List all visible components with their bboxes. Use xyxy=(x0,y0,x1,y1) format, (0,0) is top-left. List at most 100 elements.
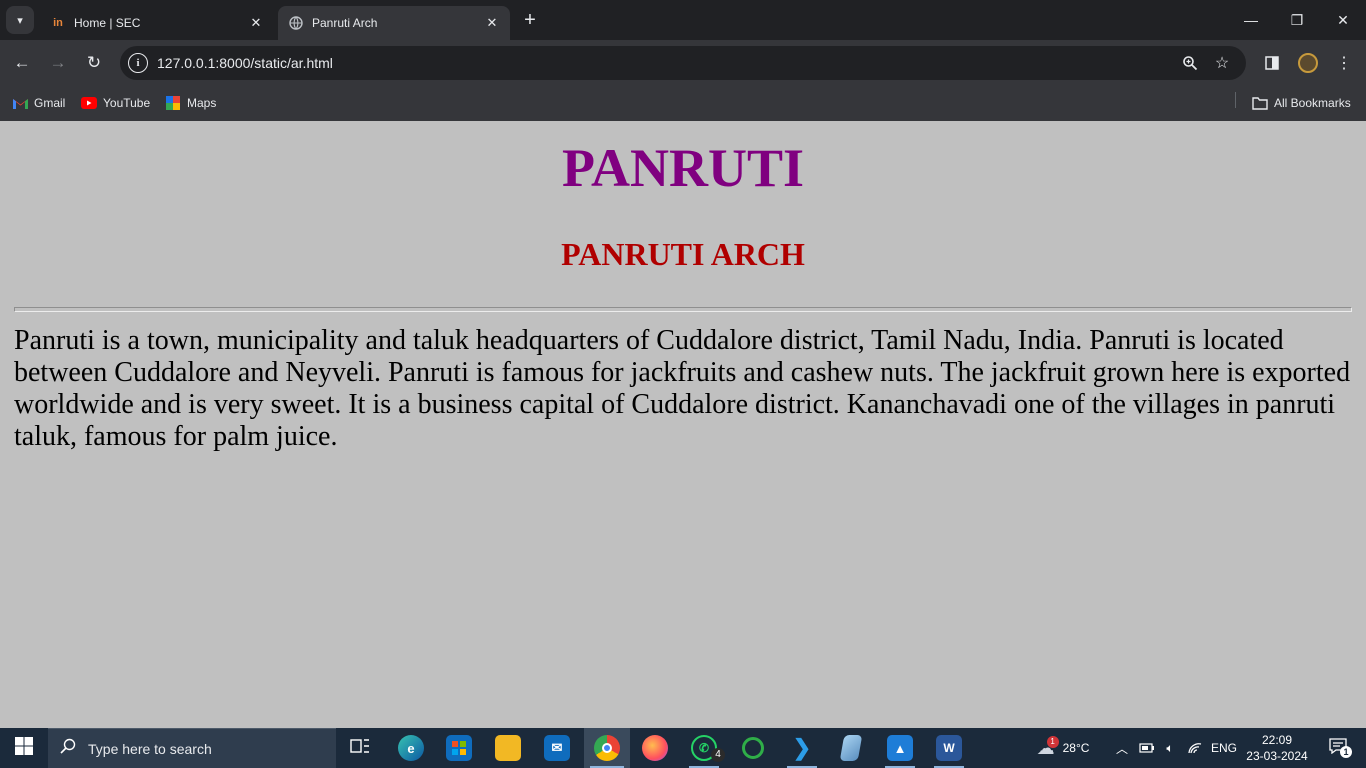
taskbar-vscode[interactable]: ❯ xyxy=(781,728,823,768)
youtube-icon xyxy=(81,96,97,110)
cloud-icon: ☁ 1 xyxy=(1037,735,1059,759)
restore-button[interactable]: ❐ xyxy=(1274,0,1320,40)
mail-icon: ✉ xyxy=(544,735,570,761)
taskbar-file-explorer[interactable] xyxy=(487,728,529,768)
close-icon[interactable]: ✕ xyxy=(484,15,500,31)
taskbar-mail[interactable]: ✉ xyxy=(536,728,578,768)
address-bar[interactable]: i 127.0.0.1:8000/static/ar.html ☆ xyxy=(120,46,1246,80)
chrome-icon xyxy=(594,735,620,761)
clock-date: 23-03-2024 xyxy=(1246,749,1308,763)
bookmark-label: Gmail xyxy=(34,96,66,110)
paint-icon: ▲ xyxy=(887,735,913,761)
page-content: PANRUTI PANRUTI ARCH Panruti is a town, … xyxy=(0,121,1366,728)
close-icon: ✕ xyxy=(1337,11,1349,28)
page-subheading: PANRUTI ARCH xyxy=(561,236,805,272)
plus-icon: + xyxy=(524,8,536,31)
taskbar-word[interactable]: W xyxy=(928,728,970,768)
forward-button[interactable]: → xyxy=(44,49,72,77)
back-button[interactable]: ← xyxy=(8,49,36,77)
taskbar-app-notes[interactable] xyxy=(830,728,872,768)
bookmark-gmail[interactable]: Gmail xyxy=(12,92,65,114)
browser-toolbar: ← → ↻ i 127.0.0.1:8000/static/ar.html ☆ … xyxy=(0,40,1366,86)
notification-center-button[interactable]: 1 xyxy=(1318,728,1358,768)
battery-icon[interactable] xyxy=(1136,728,1158,768)
chevron-down-icon: ▾ xyxy=(17,14,23,27)
task-view-icon xyxy=(350,738,370,759)
all-bookmarks-label: All Bookmarks xyxy=(1274,96,1351,110)
taskbar-chrome[interactable] xyxy=(584,728,630,768)
site-info-icon[interactable]: i xyxy=(128,53,148,73)
taskbar-whatsapp[interactable]: ✆ 4 xyxy=(683,728,725,768)
start-button[interactable] xyxy=(0,728,48,768)
tab-title: Panruti Arch xyxy=(312,16,378,30)
globe-icon xyxy=(288,15,304,31)
page-heading: PANRUTI xyxy=(562,138,804,198)
language-label: ENG xyxy=(1210,741,1237,755)
taskbar-search[interactable]: Type here to search xyxy=(48,728,336,768)
weather-alert-badge: 1 xyxy=(1046,735,1059,748)
tab-search-button[interactable]: ▾ xyxy=(6,6,34,34)
taskbar-app-green[interactable] xyxy=(732,728,774,768)
bookmark-label: YouTube xyxy=(103,96,151,110)
in-logo-icon: in xyxy=(53,17,63,29)
star-icon[interactable]: ☆ xyxy=(1212,53,1232,73)
weather-widget[interactable]: ☁ 1 28°C xyxy=(1028,728,1098,768)
edge-icon: e xyxy=(398,735,424,761)
word-icon: W xyxy=(936,735,962,761)
minimize-icon: — xyxy=(1244,12,1258,28)
tab-panruti-arch[interactable]: Panruti Arch ✕ xyxy=(278,6,510,40)
page-paragraph: Panruti is a town, municipality and talu… xyxy=(14,325,1351,452)
firefox-icon xyxy=(642,735,668,761)
refresh-ring-icon xyxy=(742,737,764,759)
windows-taskbar: Type here to search e ✉ ✆ 4 ❯ ▲ W ☁ 1 28… xyxy=(0,728,1366,768)
taskbar-edge[interactable]: e xyxy=(390,728,432,768)
profile-avatar[interactable] xyxy=(1296,51,1320,75)
tab-home-sec[interactable]: in Home | SEC ✕ xyxy=(40,6,274,40)
taskbar-firefox[interactable] xyxy=(634,728,676,768)
search-placeholder: Type here to search xyxy=(88,740,212,757)
tab-title: Home | SEC xyxy=(74,16,141,30)
store-icon xyxy=(446,735,472,761)
language-indicator[interactable]: ENG xyxy=(1208,728,1240,768)
arrow-left-icon: ← xyxy=(13,53,31,72)
network-icon[interactable] xyxy=(1184,728,1206,768)
clock-time: 22:09 xyxy=(1261,733,1293,747)
weather-temp: 28°C xyxy=(1062,741,1090,755)
bookmark-youtube[interactable]: YouTube xyxy=(81,92,150,114)
taskbar-store[interactable] xyxy=(438,728,480,768)
chevron-up-icon: ︿ xyxy=(1115,741,1128,756)
minimize-button[interactable]: — xyxy=(1228,0,1274,40)
search-icon xyxy=(48,738,88,759)
bookmark-divider xyxy=(1235,92,1236,108)
all-bookmarks-button[interactable]: All Bookmarks xyxy=(1252,92,1351,114)
clock[interactable]: 22:09 23-03-2024 xyxy=(1244,732,1310,764)
notification-badge: 1 xyxy=(1340,745,1352,758)
menu-icon[interactable]: ⋮ xyxy=(1332,51,1356,75)
whatsapp-badge: 4 xyxy=(711,748,725,762)
bookmarks-bar: Gmail YouTube Maps All Bookmarks xyxy=(0,86,1366,121)
notes-icon xyxy=(839,735,863,761)
reload-button[interactable]: ↻ xyxy=(80,49,108,77)
restore-icon: ❐ xyxy=(1290,11,1304,28)
tab-strip: ▾ in Home | SEC ✕ Panruti Arch ✕ + — ❐ ✕ xyxy=(0,0,1366,40)
notification-icon: 1 xyxy=(1329,737,1352,759)
url-text[interactable]: 127.0.0.1:8000/static/ar.html xyxy=(157,55,333,71)
task-view-button[interactable] xyxy=(340,728,380,768)
maps-icon xyxy=(165,96,181,110)
speaker-icon: 🔈︎ xyxy=(1166,740,1174,755)
folder-icon xyxy=(495,735,521,761)
close-window-button[interactable]: ✕ xyxy=(1320,0,1366,40)
side-panel-icon[interactable] xyxy=(1260,51,1284,75)
close-icon[interactable]: ✕ xyxy=(248,15,264,31)
volume-muted-icon[interactable]: 🔈︎ xyxy=(1160,728,1180,768)
horizontal-rule xyxy=(14,307,1352,312)
windows-logo-icon xyxy=(15,736,33,760)
new-tab-button[interactable]: + xyxy=(518,8,542,32)
tray-overflow-button[interactable]: ︿ xyxy=(1112,728,1132,768)
vscode-icon: ❯ xyxy=(792,735,812,760)
taskbar-app-paint[interactable]: ▲ xyxy=(879,728,921,768)
reload-icon: ↻ xyxy=(86,53,102,72)
bookmark-maps[interactable]: Maps xyxy=(165,92,216,114)
zoom-icon[interactable] xyxy=(1180,53,1200,73)
arrow-right-icon: → xyxy=(49,53,67,72)
